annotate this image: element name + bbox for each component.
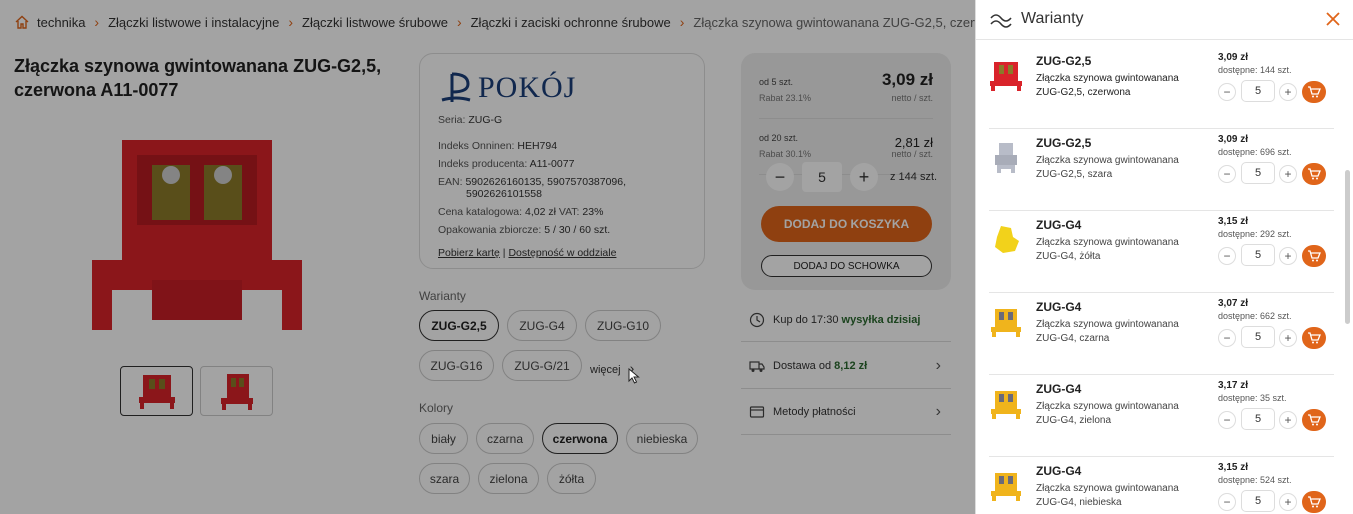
decrease-button[interactable]: − — [1218, 411, 1236, 429]
increase-button[interactable]: + — [1279, 329, 1297, 347]
variant-code: ZUG-G2,5 — [1036, 136, 1092, 150]
cart-icon — [1308, 168, 1321, 180]
increase-button[interactable]: + — [1279, 247, 1297, 265]
cart-icon — [1308, 86, 1321, 98]
mouse-cursor-icon — [628, 368, 640, 384]
cart-icon — [1308, 496, 1321, 508]
cart-icon — [1308, 250, 1321, 262]
variant-stock: dostępne: 696 szt. — [1218, 147, 1292, 157]
variant-price: 3,17 zł — [1218, 380, 1249, 391]
scrollbar[interactable] — [1345, 170, 1350, 324]
variant-row[interactable]: ZUG-G2,5 Złączka szynowa gwintowanana ZU… — [989, 47, 1334, 129]
variant-price: 3,09 zł — [1218, 134, 1249, 145]
quantity-input[interactable]: 5 — [1241, 162, 1275, 184]
variant-price: 3,07 zł — [1218, 298, 1249, 309]
variant-description: Złączka szynowa gwintowanana ZUG-G4, nie… — [1036, 483, 1179, 508]
variant-stock: dostępne: 144 szt. — [1218, 65, 1292, 75]
variant-stock: dostępne: 662 szt. — [1218, 311, 1292, 321]
add-to-cart-button[interactable] — [1302, 327, 1326, 349]
variant-code: ZUG-G4 — [1036, 300, 1082, 314]
variant-stock: dostępne: 524 szt. — [1218, 475, 1292, 485]
variant-description: Złączka szynowa gwintowanana ZUG-G2,5, s… — [1036, 155, 1179, 180]
quantity-input[interactable]: 5 — [1241, 244, 1275, 266]
decrease-button[interactable]: − — [1218, 83, 1236, 101]
variant-code: ZUG-G4 — [1036, 464, 1082, 478]
product-thumbnail-icon — [990, 62, 1022, 91]
variant-row[interactable]: ZUG-G2,5 Złączka szynowa gwintowanana ZU… — [989, 129, 1334, 211]
cart-icon — [1308, 332, 1321, 344]
variant-price: 3,15 zł — [1218, 462, 1249, 473]
quantity-input[interactable]: 5 — [1241, 490, 1275, 512]
quantity-input[interactable]: 5 — [1241, 326, 1275, 348]
variant-description: Złączka szynowa gwintowanana ZUG-G4, zie… — [1036, 401, 1179, 426]
add-to-cart-button[interactable] — [1302, 163, 1326, 185]
decrease-button[interactable]: − — [1218, 165, 1236, 183]
add-to-cart-button[interactable] — [1302, 409, 1326, 431]
add-to-cart-button[interactable] — [1302, 245, 1326, 267]
variant-description: Złączka szynowa gwintowanana ZUG-G4, cza… — [1036, 319, 1179, 344]
quantity-input[interactable]: 5 — [1241, 80, 1275, 102]
variant-price: 3,09 zł — [1218, 52, 1249, 63]
product-thumbnail-icon — [995, 226, 1019, 253]
decrease-button[interactable]: − — [1218, 247, 1236, 265]
product-thumbnail-icon — [991, 473, 1021, 501]
variant-row[interactable]: ZUG-G4 Złączka szynowa gwintowanana ZUG-… — [989, 211, 1334, 293]
product-thumbnail-icon — [991, 309, 1021, 337]
product-thumbnail-icon — [995, 143, 1017, 173]
product-thumbnail-icon — [991, 391, 1021, 419]
cart-icon — [1308, 414, 1321, 426]
variant-code: ZUG-G4 — [1036, 218, 1082, 232]
variant-row[interactable]: ZUG-G4 Złączka szynowa gwintowanana ZUG-… — [989, 293, 1334, 375]
quantity-input[interactable]: 5 — [1241, 408, 1275, 430]
variant-row[interactable]: ZUG-G4 Złączka szynowa gwintowanana ZUG-… — [989, 457, 1334, 514]
drawer-header: Warianty — [976, 0, 1353, 40]
decrease-button[interactable]: − — [1218, 329, 1236, 347]
variant-description: Złączka szynowa gwintowanana ZUG-G2,5, c… — [1036, 73, 1179, 98]
modal-backdrop[interactable] — [0, 0, 975, 514]
variants-icon — [990, 14, 1012, 28]
variant-price: 3,15 zł — [1218, 216, 1249, 227]
increase-button[interactable]: + — [1279, 83, 1297, 101]
variant-description: Złączka szynowa gwintowanana ZUG-G4, żół… — [1036, 237, 1179, 262]
variant-stock: dostępne: 292 szt. — [1218, 229, 1292, 239]
increase-button[interactable]: + — [1279, 165, 1297, 183]
variants-drawer: Warianty ZUG-G2,5 Złączka szynowa gwinto… — [975, 0, 1353, 514]
variant-row[interactable]: ZUG-G4 Złączka szynowa gwintowanana ZUG-… — [989, 375, 1334, 457]
decrease-button[interactable]: − — [1218, 493, 1236, 511]
variant-code: ZUG-G2,5 — [1036, 54, 1092, 68]
increase-button[interactable]: + — [1279, 493, 1297, 511]
variant-code: ZUG-G4 — [1036, 382, 1082, 396]
increase-button[interactable]: + — [1279, 411, 1297, 429]
drawer-title: Warianty — [1021, 10, 1084, 27]
add-to-cart-button[interactable] — [1302, 491, 1326, 513]
add-to-cart-button[interactable] — [1302, 81, 1326, 103]
variant-stock: dostępne: 35 szt. — [1218, 393, 1287, 403]
close-icon[interactable] — [1324, 10, 1342, 28]
